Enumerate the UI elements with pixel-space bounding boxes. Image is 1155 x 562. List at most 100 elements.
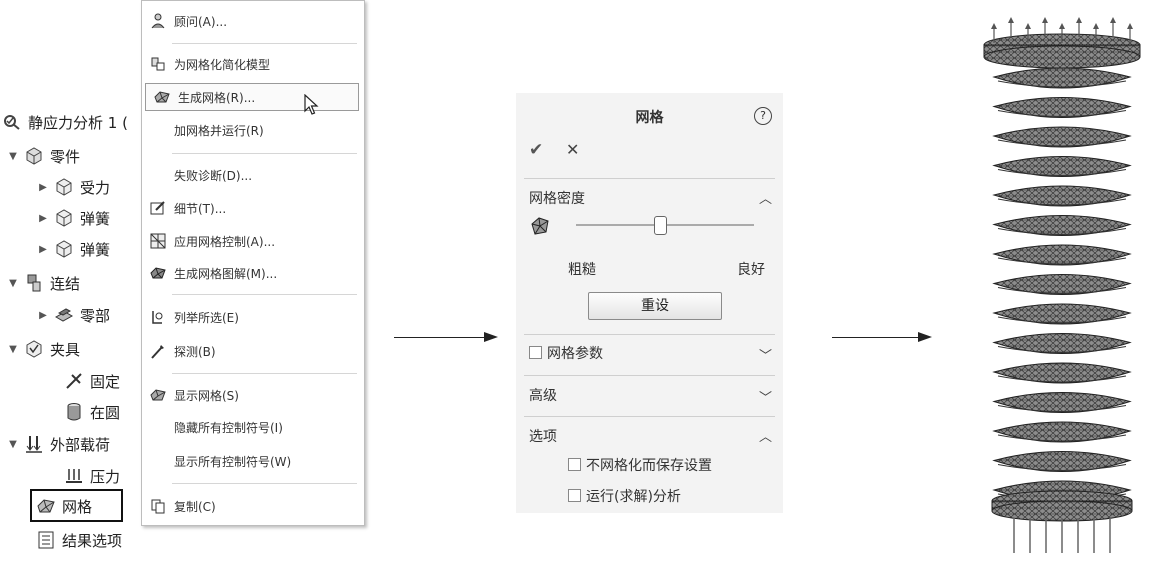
part-icon xyxy=(54,239,74,259)
spring-coil xyxy=(992,156,1132,177)
tree-label: 连结 xyxy=(50,274,81,293)
menu-item-failure-diagnostics[interactable]: 失败诊断(D)... xyxy=(142,161,364,189)
tree-item-component[interactable]: ▶ 零部 xyxy=(38,300,110,330)
menu-separator xyxy=(172,373,357,374)
menu-item-mesh-and-run[interactable]: 加网格并运行(R) xyxy=(142,116,364,144)
spring-coil xyxy=(992,215,1132,236)
tree-item-oncyl[interactable]: 在圆 xyxy=(64,397,120,427)
tree-item-pressure[interactable]: 压力 xyxy=(64,461,120,491)
spring-coil xyxy=(992,421,1132,443)
save-without-meshing-checkbox[interactable] xyxy=(568,458,581,471)
panel-title: 网格 xyxy=(635,110,664,126)
menu-item-advisor[interactable]: 顾问(A)... xyxy=(142,7,364,35)
menu-item-label: 复制(C) xyxy=(174,499,216,514)
tree-item-mesh[interactable]: 网格 xyxy=(36,491,92,521)
part-icon xyxy=(54,208,74,228)
menu-item-list-selected[interactable]: 列举所选(E) xyxy=(142,303,364,331)
menu-item-show-control-symbols[interactable]: 显示所有控制符号(W) xyxy=(142,447,364,475)
mesh-plot-icon xyxy=(148,263,168,283)
section-divider xyxy=(524,375,775,376)
expand-triangle-icon[interactable]: ▶ xyxy=(38,213,48,224)
tree-label: 弹簧 xyxy=(80,240,111,259)
run-analysis-checkbox[interactable] xyxy=(568,489,581,502)
show-mesh-icon xyxy=(148,385,168,405)
tree-item-part3[interactable]: ▶ 弹簧 xyxy=(38,234,110,264)
fixed-geometry-icon xyxy=(64,371,84,391)
menu-separator xyxy=(172,483,357,484)
chevron-up-icon[interactable]: ︿ xyxy=(759,426,772,445)
menu-item-simplify-model[interactable]: 为网格化简化模型 xyxy=(142,50,364,78)
advanced-header[interactable]: 高级 xyxy=(529,385,557,405)
tree-item-part1[interactable]: ▶ 受力 xyxy=(38,172,110,202)
tree-item-study[interactable]: 静应力分析 1 ( xyxy=(2,107,128,137)
menu-item-apply-mesh-control[interactable]: 应用网格控制(A)... xyxy=(142,227,364,255)
tree-item-connections[interactable]: ▼ 连结 xyxy=(8,268,80,298)
cancel-button[interactable]: ✕ xyxy=(566,140,579,159)
probe-icon xyxy=(148,341,168,361)
mesh-density-icon xyxy=(529,215,551,241)
spring-coil xyxy=(992,451,1132,472)
spring-coil xyxy=(992,362,1132,384)
expand-triangle-icon[interactable]: ▶ xyxy=(38,310,48,321)
menu-item-label: 显示所有控制符号(W) xyxy=(174,454,292,469)
collapse-triangle-icon[interactable]: ▼ xyxy=(8,344,18,355)
menu-item-label: 应用网格控制(A)... xyxy=(174,234,276,249)
tree-item-parts[interactable]: ▼ 零件 xyxy=(8,141,80,171)
mesh-params-checkbox[interactable] xyxy=(529,346,542,359)
load-arrow-head xyxy=(1025,23,1031,29)
menu-item-mesh-plot[interactable]: 生成网格图解(M)... xyxy=(142,259,364,287)
menu-item-show-mesh[interactable]: 显示网格(S) xyxy=(142,381,364,409)
tree-label: 网格 xyxy=(62,497,93,516)
menu-item-label: 生成网格图解(M)... xyxy=(174,266,278,281)
expand-triangle-icon[interactable]: ▶ xyxy=(38,244,48,255)
spring-coil xyxy=(992,185,1132,207)
load-arrow-head xyxy=(1059,23,1065,29)
mesh-params-header[interactable]: 网格参数 xyxy=(547,343,603,363)
spring-coil xyxy=(992,333,1132,354)
reset-button[interactable]: 重设 xyxy=(588,292,722,320)
advisor-icon xyxy=(148,11,168,31)
mesh-icon xyxy=(36,496,56,516)
menu-item-label: 加网格并运行(R) xyxy=(174,123,264,138)
help-icon[interactable]: ? xyxy=(754,107,772,125)
tree-item-external-loads[interactable]: ▼ 外部载荷 xyxy=(8,429,110,459)
menu-item-copy[interactable]: 复制(C) xyxy=(142,492,364,520)
menu-separator xyxy=(172,43,357,44)
fine-label: 良好 xyxy=(737,262,765,278)
menu-item-label: 显示网格(S) xyxy=(174,388,239,403)
menu-item-label: 顾问(A)... xyxy=(174,14,228,29)
spring-coil xyxy=(992,67,1132,89)
expand-triangle-icon[interactable]: ▶ xyxy=(38,182,48,193)
tree-item-fixed[interactable]: 固定 xyxy=(64,366,120,396)
tree-label: 夹具 xyxy=(50,340,81,359)
chevron-down-icon[interactable]: ﹀ xyxy=(759,345,772,364)
tree-item-part2[interactable]: ▶ 弹簧 xyxy=(38,203,110,233)
tree-label: 在圆 xyxy=(90,403,121,422)
menu-item-hide-control-symbols[interactable]: 隐藏所有控制符号(I) xyxy=(142,413,364,441)
chevron-down-icon[interactable]: ﹀ xyxy=(759,387,772,406)
menu-item-label: 生成网格(R)... xyxy=(178,90,256,105)
menu-item-label: 细节(T)... xyxy=(174,201,227,216)
coarse-label: 粗糙 xyxy=(568,262,596,278)
tree-item-result-options[interactable]: 结果选项 xyxy=(36,525,122,555)
menu-item-create-mesh[interactable]: 生成网格(R)... xyxy=(145,83,359,111)
spring-coil xyxy=(992,97,1132,118)
menu-item-details[interactable]: 细节(T)... xyxy=(142,194,364,222)
chevron-up-icon[interactable]: ︿ xyxy=(759,188,772,207)
tree-item-fixtures[interactable]: ▼ 夹具 xyxy=(8,334,80,364)
tree-label: 受力 xyxy=(80,178,111,197)
part-icon xyxy=(54,177,74,197)
collapse-triangle-icon[interactable]: ▼ xyxy=(8,151,18,162)
ok-button[interactable]: ✔ xyxy=(529,140,543,160)
load-arrow-head xyxy=(1127,23,1133,29)
result-options-icon xyxy=(36,530,56,550)
mesh-control-icon xyxy=(148,231,168,251)
mesh-density-header[interactable]: 网格密度 xyxy=(529,188,585,208)
options-header[interactable]: 选项 xyxy=(529,426,557,446)
slider-thumb[interactable] xyxy=(653,216,667,235)
collapse-triangle-icon[interactable]: ▼ xyxy=(8,439,18,450)
tree-label: 外部载荷 xyxy=(50,435,111,454)
collapse-triangle-icon[interactable]: ▼ xyxy=(8,278,18,289)
menu-item-probe[interactable]: 探测(B) xyxy=(142,337,364,365)
menu-separator xyxy=(172,153,357,154)
